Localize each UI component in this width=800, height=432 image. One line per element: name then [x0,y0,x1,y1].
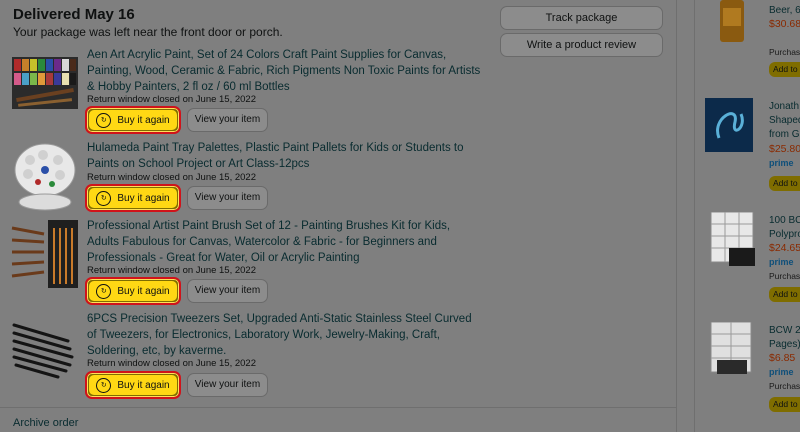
delivery-status-title: Delivered May 16 [13,6,135,23]
recommendation-price: $6.85 [769,352,796,364]
item-title-link[interactable]: Aen Art Acrylic Paint, Set of 24 Colors … [87,47,482,95]
recommendation-title[interactable]: Jonath [769,100,799,113]
reorder-icon: ↻ [96,377,112,393]
paint-brush-set-thumbnail[interactable] [8,218,82,292]
buy-it-again-button[interactable]: ↻ Buy it again [85,277,181,305]
recommendation-title-line[interactable]: Pages) [769,338,800,351]
order-card: Delivered May 16 Your package was left n… [0,0,677,432]
archive-order-link[interactable]: Archive order [13,417,78,429]
purchase-note: Purchas [769,381,800,391]
product-image[interactable] [717,0,747,42]
view-your-item-button[interactable]: View your item [187,186,268,210]
item-title-link[interactable]: 6PCS Precision Tweezers Set, Upgraded An… [87,311,482,359]
reorder-icon: ↻ [96,190,112,206]
buy-it-again-button[interactable]: ↻ Buy it again [85,371,181,399]
reorder-icon: ↻ [96,112,112,128]
add-to-cart-button[interactable]: Add to [769,287,800,302]
add-to-cart-button[interactable]: Add to [769,176,800,191]
delivery-status-subtitle: Your package was left near the front doo… [13,25,283,39]
buy-it-again-button[interactable]: ↻ Buy it again [85,184,181,212]
purchase-note: Purchas [769,47,800,57]
reorder-icon: ↻ [96,283,112,299]
prime-badge: prime [769,158,794,168]
return-window-note: Return window closed on June 15, 2022 [87,172,257,183]
add-to-cart-button[interactable]: Add to [769,397,800,412]
recommendations-panel: Beer, 6 $30.68 Purchas Add to Jonath Sha… [694,0,800,432]
product-image[interactable] [705,98,753,152]
product-image[interactable] [707,212,757,270]
recommendation-title[interactable]: Beer, 6 [769,4,800,17]
view-your-item-button[interactable]: View your item [187,108,268,132]
buy-it-again-label: Buy it again [117,114,170,126]
recommendation-price: $30.68 [769,18,800,30]
recommendation-title[interactable]: BCW 2 [769,324,800,337]
prime-badge: prime [769,367,794,377]
recommendation-title-line[interactable]: from G [769,128,800,141]
return-window-note: Return window closed on June 15, 2022 [87,358,257,369]
buy-it-again-button[interactable]: ↻ Buy it again [85,106,181,134]
recommendation-title[interactable]: 100 BC [769,214,800,227]
buy-it-again-label: Buy it again [117,379,170,391]
item-title-link[interactable]: Professional Artist Paint Brush Set of 1… [87,218,482,266]
item-title-link[interactable]: Hulameda Paint Tray Palettes, Plastic Pa… [87,140,482,172]
recommendation-price: $24.65 [769,242,800,254]
return-window-note: Return window closed on June 15, 2022 [87,265,257,276]
prime-badge: prime [769,257,794,267]
recommendation-title-line[interactable]: Shaped [769,114,800,127]
recommendation-title-line[interactable]: Polypro [769,228,800,241]
product-image[interactable] [707,322,755,378]
buy-it-again-label: Buy it again [117,285,170,297]
view-your-item-button[interactable]: View your item [187,373,268,397]
track-package-button[interactable]: Track package [500,6,663,30]
write-review-button[interactable]: Write a product review [500,33,663,57]
buy-it-again-label: Buy it again [117,192,170,204]
add-to-cart-button[interactable]: Add to [769,62,800,77]
purchase-note: Purchas [769,271,800,281]
view-your-item-button[interactable]: View your item [187,279,268,303]
paint-palette-thumbnail[interactable] [8,140,82,214]
recommendation-price: $25.80 [769,143,800,155]
card-divider [0,407,676,408]
acrylic-paint-thumbnail[interactable] [8,47,82,121]
return-window-note: Return window closed on June 15, 2022 [87,94,257,105]
tweezers-thumbnail[interactable] [8,311,82,385]
